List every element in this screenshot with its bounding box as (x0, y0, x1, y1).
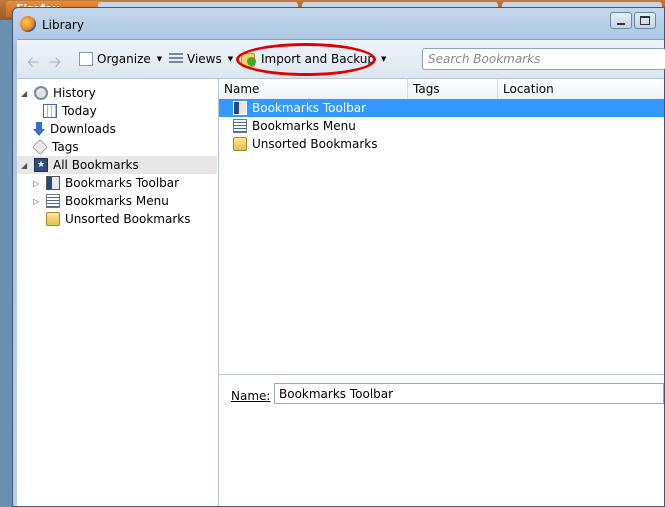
dropdown-arrow-icon: ▼ (156, 55, 163, 63)
import-backup-label: Import and Backup (261, 52, 376, 66)
sidebar-item-bookmarks-menu[interactable]: ▷ Bookmarks Menu (33, 192, 169, 210)
organize-icon (79, 52, 93, 66)
minimize-button[interactable] (610, 12, 632, 29)
dropdown-arrow-icon: ▼ (381, 55, 387, 63)
name-field-label: Name: (231, 389, 270, 403)
bookmarks-list-pane: Name Tags Location Bookmarks Toolbar Boo… (219, 79, 664, 506)
import-backup-menu-button[interactable]: Import and Backup ▼ (241, 50, 386, 68)
details-pane: Name: (219, 374, 664, 506)
unsorted-bookmarks-icon (46, 212, 60, 226)
sidebar-item-label: Today (62, 104, 97, 118)
sidebar-item-tags[interactable]: Tags (32, 138, 79, 156)
list-item-label: Bookmarks Toolbar (252, 101, 367, 115)
firefox-icon (20, 16, 36, 32)
search-bookmarks-input[interactable] (422, 48, 665, 70)
sidebar-item-label: Bookmarks Toolbar (65, 176, 180, 190)
dropdown-arrow-icon: ▼ (227, 55, 234, 63)
column-header-location[interactable]: Location (498, 79, 665, 99)
collapsed-arrow-icon[interactable]: ▷ (33, 179, 41, 188)
bookmarks-toolbar-icon (233, 101, 247, 115)
list-item-label: Unsorted Bookmarks (252, 137, 378, 151)
downloads-icon (33, 122, 45, 136)
sidebar-item-label: Bookmarks Menu (65, 194, 169, 208)
sidebar-item-label: Downloads (50, 122, 116, 136)
forward-arrow-icon[interactable]: 🡢 (49, 52, 61, 77)
sidebar-item-unsorted-bookmarks[interactable]: Unsorted Bookmarks (46, 210, 190, 228)
list-item-unsorted-bookmarks[interactable]: Unsorted Bookmarks (219, 135, 664, 153)
sidebar-item-all-bookmarks[interactable]: ◢ ★ All Bookmarks (17, 156, 217, 174)
column-header-row: Name Tags Location (219, 79, 664, 100)
bookmarks-menu-icon (233, 119, 247, 133)
collapsed-arrow-icon[interactable]: ▷ (33, 197, 41, 206)
views-icon (169, 53, 183, 65)
views-label: Views (187, 52, 222, 66)
tag-icon (32, 139, 48, 155)
sidebar-tree: ◢ History Today Downloads Tags ◢ ★ All B… (17, 79, 219, 506)
import-backup-icon (241, 51, 257, 67)
title-bar[interactable]: Library (13, 8, 664, 42)
list-item-bookmarks-toolbar[interactable]: Bookmarks Toolbar (219, 99, 664, 117)
bookmarks-toolbar-icon (46, 176, 60, 190)
back-arrow-icon[interactable]: 🡠 (27, 52, 39, 77)
sidebar-item-label: All Bookmarks (53, 158, 139, 172)
bookmarks-menu-icon (46, 194, 60, 208)
expanded-arrow-icon[interactable]: ◢ (21, 89, 29, 98)
sidebar-item-label: History (53, 86, 96, 100)
window-title: Library (42, 18, 84, 32)
sidebar-item-today[interactable]: Today (43, 102, 97, 120)
sidebar-item-label: Unsorted Bookmarks (65, 212, 191, 226)
toolbar: 🡠 🡢 Organize ▼ Views ▼ Import and Backup… (17, 40, 665, 79)
all-bookmarks-icon: ★ (34, 158, 48, 172)
calendar-icon (43, 104, 57, 118)
unsorted-bookmarks-icon (233, 137, 247, 151)
name-field[interactable] (274, 383, 664, 404)
list-item-bookmarks-menu[interactable]: Bookmarks Menu (219, 117, 664, 135)
views-menu-button[interactable]: Views ▼ (169, 50, 233, 68)
window-controls (610, 12, 656, 29)
list-item-label: Bookmarks Menu (252, 119, 356, 133)
history-icon (34, 86, 48, 100)
sidebar-item-bookmarks-toolbar[interactable]: ▷ Bookmarks Toolbar (33, 174, 179, 192)
sidebar-item-label: Tags (52, 140, 79, 154)
maximize-button[interactable] (634, 12, 656, 29)
maximize-icon (640, 16, 650, 25)
minimize-icon (617, 22, 625, 25)
column-header-tags[interactable]: Tags (408, 79, 498, 99)
library-content: 🡠 🡢 Organize ▼ Views ▼ Import and Backup… (17, 39, 665, 506)
sidebar-item-history[interactable]: ◢ History (21, 84, 96, 102)
organize-label: Organize (97, 52, 151, 66)
expanded-arrow-icon[interactable]: ◢ (21, 161, 29, 170)
column-header-name[interactable]: Name (219, 79, 408, 99)
name-label-text: Name: (231, 389, 271, 403)
organize-menu-button[interactable]: Organize ▼ (79, 50, 162, 68)
sidebar-item-downloads[interactable]: Downloads (33, 120, 116, 138)
library-window: Library 🡠 🡢 Organize ▼ Views ▼ Import an (12, 7, 665, 507)
